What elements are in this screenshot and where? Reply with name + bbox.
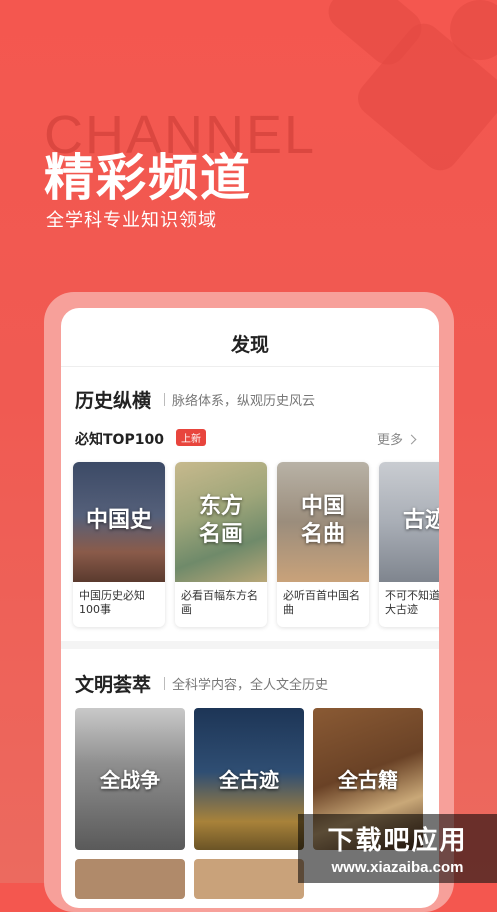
site-watermark: 下载吧应用 www.xiazaiba.com <box>298 814 497 883</box>
tile-label: 全古迹 <box>219 768 279 792</box>
card-caption: 不可不知道的百大古迹 <box>385 589 439 616</box>
watermark-line1: 下载吧应用 <box>327 826 468 856</box>
card-cover-image: 中国 名曲 <box>277 462 369 582</box>
history-card[interactable]: 东方 名画 必看百幅东方名画 <box>175 462 267 627</box>
watermark-line2: www.xiazaiba.com <box>331 859 464 876</box>
card-cover-title: 古迹 <box>402 507 439 533</box>
category-tile-relics[interactable]: 全古迹 <box>194 708 304 850</box>
card-caption: 必看百幅东方名画 <box>181 589 258 616</box>
divider <box>61 366 439 367</box>
history-card[interactable]: 中国史 中国历史必知100事 <box>73 462 165 627</box>
history-card[interactable]: 中国 名曲 必听百首中国名曲 <box>277 462 369 627</box>
card-cover-title: 名曲 <box>300 521 345 547</box>
section-subtitle-history: 脉络体系，纵观历史风云 <box>172 394 316 409</box>
tile-label: 全古籍 <box>338 768 398 792</box>
hero-title: 精彩频道 <box>44 149 252 207</box>
tile-label: 全战争 <box>100 768 160 792</box>
more-label: 更多 <box>377 433 404 448</box>
section-subtitle-civilization: 全科学内容，全人文全历史 <box>172 678 329 693</box>
card-cover-image: 古迹 <box>379 462 439 582</box>
category-tile-war[interactable]: 全战争 <box>75 708 185 850</box>
card-cover-image: 中国史 <box>73 462 165 582</box>
section-title-civilization: 文明荟萃 <box>75 674 152 696</box>
card-cover-title: 东方 <box>198 493 243 519</box>
card-cover-image: 东方 名画 <box>175 462 267 582</box>
page-title: 发现 <box>230 334 269 356</box>
category-tile[interactable] <box>194 859 304 899</box>
chevron-right-icon <box>406 434 417 445</box>
card-cover-title: 名画 <box>198 521 243 547</box>
card-caption: 必听百首中国名曲 <box>283 589 360 616</box>
hero-subtitle: 全学科专业知识领域 <box>46 210 217 231</box>
card-cover-title: 中国史 <box>85 507 152 533</box>
history-card[interactable]: 古迹 不可不知道的百大古迹 <box>379 462 439 627</box>
divider <box>164 393 165 406</box>
card-cover-title: 中国 <box>300 493 345 519</box>
section-title-history: 历史纵横 <box>75 390 152 412</box>
more-link[interactable]: 更多 <box>377 429 417 448</box>
divider <box>164 677 165 690</box>
new-badge: 上新 <box>176 429 206 446</box>
section-divider <box>61 641 439 649</box>
category-tile[interactable] <box>75 859 185 899</box>
top100-label: 必知TOP100 <box>75 432 164 448</box>
card-caption: 中国历史必知100事 <box>79 589 145 616</box>
